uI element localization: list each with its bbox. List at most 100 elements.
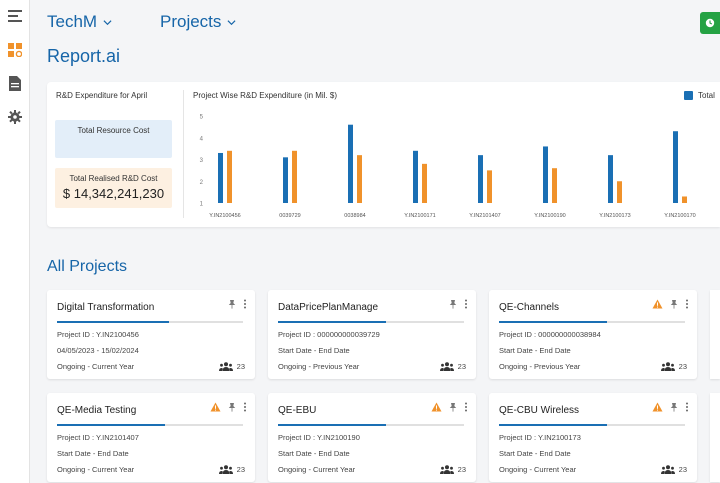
legend-label-total: Total [698, 91, 715, 100]
bar-total[interactable] [413, 150, 418, 203]
bar-total[interactable] [673, 131, 678, 203]
project-name[interactable]: DataPricePlanManage [278, 302, 378, 313]
pin-icon[interactable] [448, 402, 458, 412]
x-tick-label: Y.IN2100170 [664, 213, 695, 219]
project-progress-fill [499, 424, 607, 426]
project-card-partial[interactable] [710, 290, 720, 379]
project-name[interactable]: QE-Media Testing [57, 405, 136, 416]
project-card[interactable]: DataPricePlanManage Project ID : 00000000… [268, 290, 476, 379]
y-tick-label: 5 [200, 115, 204, 121]
bar-total[interactable] [218, 152, 223, 203]
card-actions [227, 299, 247, 309]
x-tick-label: Y.IN2100456 [209, 213, 240, 219]
warning-icon [652, 402, 663, 412]
menu-icon[interactable] [7, 8, 23, 24]
people-icon [660, 362, 675, 371]
legend-swatch-total [684, 91, 693, 100]
pin-icon[interactable] [669, 299, 679, 309]
x-tick-label: Y.IN2101407 [469, 213, 500, 219]
bar-total[interactable] [348, 124, 353, 203]
bar-realised[interactable] [422, 163, 427, 203]
project-status: Ongoing - Current Year [278, 465, 356, 474]
document-icon[interactable] [7, 75, 23, 91]
project-status: Ongoing - Current Year [499, 465, 577, 474]
project-dates: Start Date - End Date [499, 346, 571, 355]
more-options-icon[interactable] [243, 299, 247, 309]
project-members: 23 [439, 465, 466, 474]
y-tick-label: 2 [200, 180, 204, 186]
project-card[interactable]: Digital Transformation Project ID : Y.IN2… [47, 290, 255, 379]
project-progress-bar [57, 321, 243, 323]
chart-legend[interactable]: Total [684, 91, 715, 100]
project-name[interactable]: QE-Channels [499, 302, 559, 313]
project-name[interactable]: QE-EBU [278, 405, 316, 416]
pin-icon[interactable] [669, 402, 679, 412]
project-card[interactable]: QE-EBU Project ID : Y.IN2100190 Start Date… [268, 393, 476, 482]
total-realised-cost-value: $ 14,342,241,230 [62, 186, 165, 201]
project-members: 23 [660, 362, 687, 371]
more-options-icon[interactable] [243, 402, 247, 412]
clock-icon [705, 18, 715, 28]
people-icon [660, 465, 675, 474]
project-dates: Start Date - End Date [57, 449, 129, 458]
project-progress-fill [499, 321, 607, 323]
project-member-count: 23 [678, 362, 687, 371]
project-progress-bar [499, 424, 685, 426]
project-selector-label: Projects [160, 12, 222, 31]
x-tick-label: 0038984 [344, 213, 365, 219]
pin-icon[interactable] [227, 402, 237, 412]
total-resource-cost-card: Total Resource Cost [55, 120, 172, 158]
expenditure-bar-chart: 1 2 3 4 5 Y.IN2100456 0039729 0038984 Y.IN210017… [200, 115, 696, 220]
bar-realised[interactable] [682, 196, 687, 203]
project-status: Ongoing - Previous Year [278, 362, 360, 371]
card-actions [448, 299, 468, 309]
people-icon [439, 362, 454, 371]
more-options-icon[interactable] [464, 402, 468, 412]
bar-total[interactable] [543, 146, 548, 203]
project-card[interactable]: QE-Channels Project ID : 000000000038984 S… [489, 290, 697, 379]
pin-icon[interactable] [448, 299, 458, 309]
more-options-icon[interactable] [685, 299, 689, 309]
project-members: 23 [218, 362, 245, 371]
project-card-partial[interactable] [710, 393, 720, 482]
clock-button[interactable] [700, 12, 720, 34]
bar-realised[interactable] [487, 170, 492, 203]
project-progress-fill [278, 424, 386, 426]
bar-realised[interactable] [292, 150, 297, 203]
warning-icon [431, 402, 442, 412]
project-member-count: 23 [457, 465, 466, 474]
x-tick-label: 0039729 [279, 213, 300, 219]
project-progress-bar [278, 424, 464, 426]
card-actions [652, 402, 689, 412]
project-card[interactable]: QE-CBU Wireless Project ID : Y.IN2100173 S… [489, 393, 697, 482]
bar-total[interactable] [608, 155, 613, 203]
bar-realised[interactable] [617, 181, 622, 203]
more-options-icon[interactable] [685, 402, 689, 412]
project-progress-fill [278, 321, 386, 323]
expenditure-panel: R&D Expenditure for April Total Resource… [47, 82, 720, 227]
project-id: Project ID : 000000000038984 [499, 330, 601, 339]
project-name[interactable]: QE-CBU Wireless [499, 405, 579, 416]
pin-icon[interactable] [227, 299, 237, 309]
dashboard-icon[interactable] [7, 42, 23, 58]
project-status: Ongoing - Previous Year [499, 362, 581, 371]
people-icon [218, 465, 233, 474]
project-card[interactable]: QE-Media Testing Project ID : Y.IN2101407… [47, 393, 255, 482]
project-name[interactable]: Digital Transformation [57, 302, 154, 313]
project-id: Project ID : Y.IN2100190 [278, 433, 360, 442]
card-actions [652, 299, 689, 309]
project-selector[interactable]: Projects [160, 12, 236, 32]
settings-icon[interactable] [7, 109, 23, 125]
bar-realised[interactable] [227, 150, 232, 203]
org-selector[interactable]: TechM [47, 12, 112, 32]
bar-realised[interactable] [552, 168, 557, 203]
bar-realised[interactable] [357, 155, 362, 203]
bar-total[interactable] [283, 157, 288, 203]
more-options-icon[interactable] [464, 299, 468, 309]
card-actions [431, 402, 468, 412]
header: TechM Projects Report.ai [30, 0, 720, 78]
bar-total[interactable] [478, 155, 483, 203]
x-tick-label: Y.IN2100173 [599, 213, 630, 219]
project-progress-bar [278, 321, 464, 323]
total-realised-cost-label: Total Realised R&D Cost [69, 174, 158, 183]
